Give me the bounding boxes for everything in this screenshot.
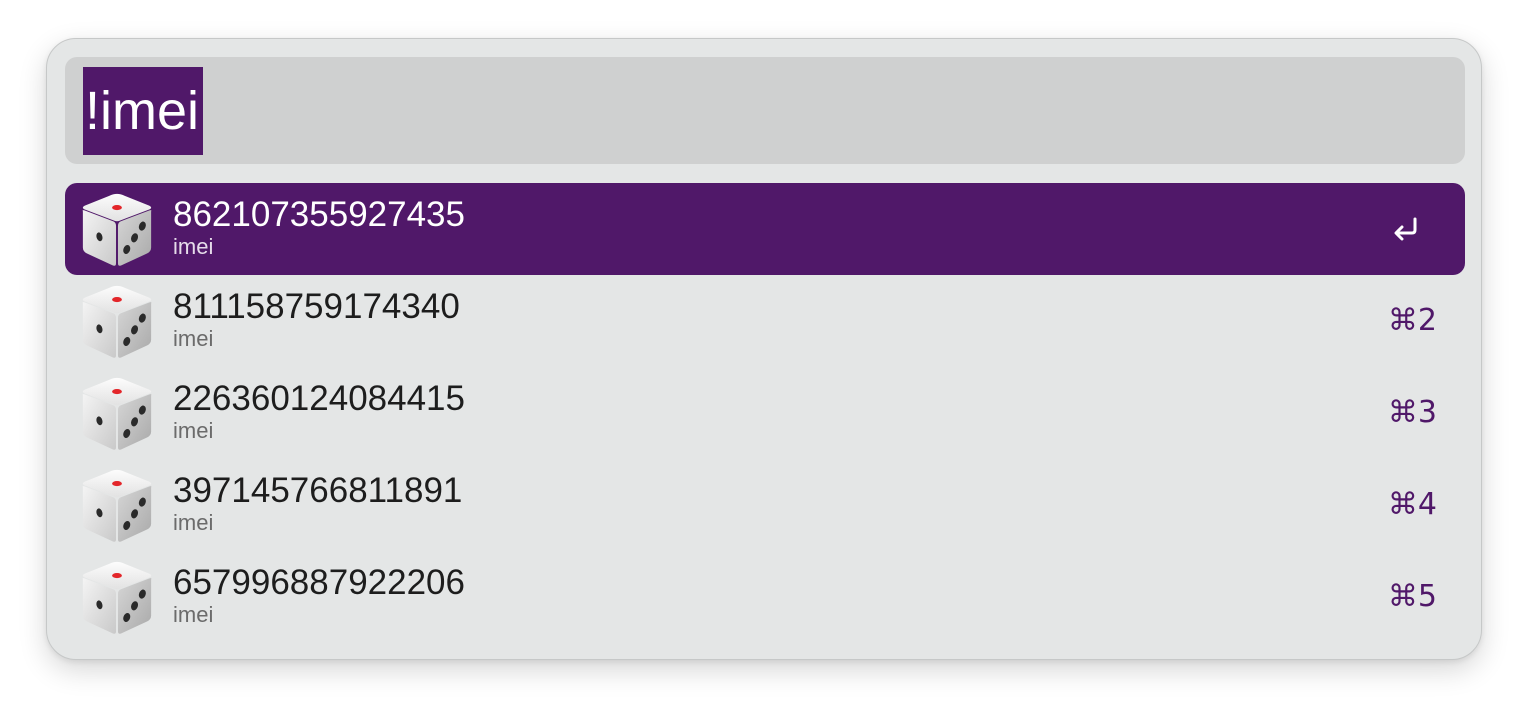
results-list: 862107355927435 imei 811158759174340 ime… bbox=[65, 183, 1465, 643]
result-title: 811158759174340 bbox=[173, 287, 460, 326]
shortcut-label: ⌘3 bbox=[1387, 395, 1437, 430]
search-query[interactable]: !imei bbox=[83, 67, 204, 155]
dice-icon bbox=[78, 375, 156, 453]
result-title: 862107355927435 bbox=[173, 195, 465, 234]
result-subtitle: imei bbox=[173, 234, 214, 259]
dice-icon bbox=[78, 191, 156, 269]
result-title: 226360124084415 bbox=[173, 379, 465, 418]
result-item[interactable]: 226360124084415 imei ⌘3 bbox=[65, 367, 1465, 459]
result-subtitle: imei bbox=[173, 326, 214, 351]
result-subtitle: imei bbox=[173, 418, 214, 443]
result-subtitle: imei bbox=[173, 602, 214, 627]
return-key-icon bbox=[1394, 217, 1417, 241]
result-item[interactable]: 397145766811891 imei ⌘4 bbox=[65, 459, 1465, 551]
result-item[interactable]: 657996887922206 imei ⌘5 bbox=[65, 551, 1465, 643]
result-item[interactable]: 811158759174340 imei ⌘2 bbox=[65, 275, 1465, 367]
shortcut-label: ⌘2 bbox=[1387, 303, 1437, 338]
dice-icon bbox=[78, 283, 156, 361]
dice-icon bbox=[78, 559, 156, 637]
result-title: 657996887922206 bbox=[173, 563, 465, 602]
dice-icon bbox=[78, 467, 156, 545]
result-title: 397145766811891 bbox=[173, 471, 463, 510]
result-item[interactable]: 862107355927435 imei bbox=[65, 183, 1465, 275]
result-subtitle: imei bbox=[173, 510, 214, 535]
shortcut-label: ⌘4 bbox=[1387, 487, 1437, 522]
launcher-window: !imei 862107355927435 imei 8111587591743… bbox=[46, 38, 1482, 660]
search-bar[interactable]: !imei bbox=[65, 57, 1465, 164]
shortcut-label: ⌘5 bbox=[1387, 579, 1437, 614]
